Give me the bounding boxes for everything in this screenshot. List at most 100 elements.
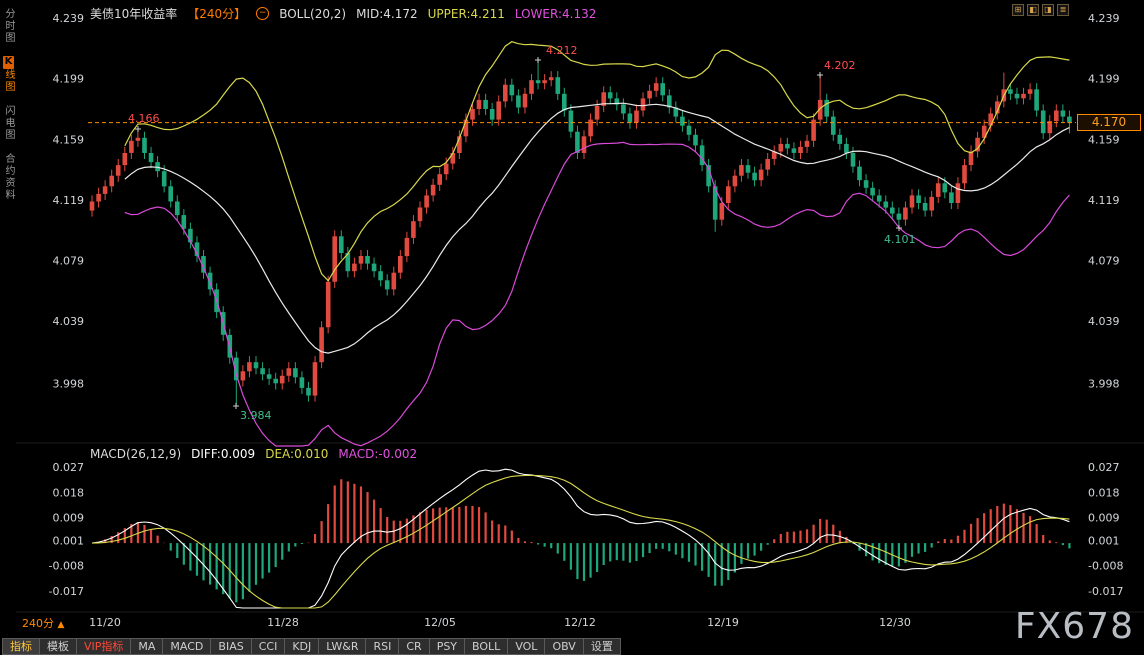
candle-body: [621, 104, 626, 113]
candle-body: [483, 100, 488, 109]
candle-body: [385, 280, 390, 289]
candle-body: [247, 362, 252, 371]
candle-body: [562, 94, 567, 111]
macd-label: MACD(26,12,9): [90, 447, 181, 461]
candle-body: [857, 167, 862, 181]
chart-canvas[interactable]: 4.2394.2394.1994.1994.1594.1594.1194.119…: [0, 0, 1144, 655]
macd-axis-label-left: -0.017: [49, 585, 84, 598]
candle-body: [949, 192, 954, 203]
toolbar-tab-3[interactable]: VIP指标: [77, 638, 131, 655]
candle-body: [424, 195, 429, 207]
indicator-menu-icon[interactable]: −: [256, 7, 269, 20]
candle-body: [779, 144, 784, 152]
candle-body: [838, 135, 843, 144]
toolbar-tab-15[interactable]: OBV: [545, 638, 583, 655]
candle-body: [516, 95, 521, 107]
toolbar-tab-14[interactable]: VOL: [508, 638, 545, 655]
list-view-icon[interactable]: ≣: [1057, 4, 1069, 16]
price-axis-label-right: 3.998: [1088, 377, 1120, 390]
footer-period[interactable]: 240分 ▲: [22, 615, 64, 631]
candle-body: [96, 194, 101, 202]
candle-body: [988, 114, 993, 126]
candle-body: [582, 136, 587, 153]
boll-lower-value: LOWER:4.132: [515, 7, 597, 21]
candle-body: [503, 85, 508, 102]
sidebar-item-2[interactable]: K线图: [1, 56, 15, 93]
price-axis-label-left: 4.199: [53, 73, 85, 86]
period-label[interactable]: 【240分】: [187, 5, 246, 22]
toolbar-tab-11[interactable]: CR: [399, 638, 429, 655]
candle-body: [969, 151, 974, 165]
candle-body: [792, 148, 797, 153]
candle-body: [162, 171, 167, 186]
toolbar-tab-9[interactable]: LW&R: [319, 638, 366, 655]
candle-body: [870, 188, 875, 196]
candle-body: [398, 256, 403, 273]
price-axis-label-left: 4.159: [53, 133, 85, 146]
candle-body: [280, 376, 285, 384]
candle-body: [903, 208, 908, 220]
toolbar-tab-7[interactable]: CCI: [252, 638, 286, 655]
toolbar-tab-5[interactable]: MACD: [163, 638, 211, 655]
candle-body: [798, 147, 803, 153]
toolbar-tab-10[interactable]: RSI: [366, 638, 399, 655]
candle-body: [660, 83, 665, 95]
candle-body: [1054, 111, 1059, 122]
toolbar-tab-4[interactable]: MA: [131, 638, 163, 655]
macd-header: MACD(26,12,9) DIFF:0.009 DEA:0.010 MACD:…: [90, 447, 417, 461]
sidebar-item-4[interactable]: 合约资料: [1, 153, 15, 201]
candle-body: [536, 80, 541, 83]
price-annotation: 3.984: [240, 409, 272, 422]
candle-body: [739, 165, 744, 176]
toolbar-tab-2[interactable]: 模板: [40, 638, 77, 655]
toolbar-tab-6[interactable]: BIAS: [211, 638, 251, 655]
candle-body: [693, 135, 698, 146]
candle-body: [1034, 89, 1039, 110]
candle-body: [496, 101, 501, 119]
left-panel-icon[interactable]: ◧: [1027, 4, 1039, 16]
candle-body: [647, 91, 652, 99]
boll-lower-line: [125, 142, 1070, 446]
candle-body: [556, 77, 561, 94]
macd-axis-label-right: 0.001: [1088, 534, 1120, 547]
candle-body: [470, 109, 475, 120]
macd-axis-label-right: 0.018: [1088, 486, 1120, 499]
candle-body: [477, 100, 482, 109]
sidebar-item-1[interactable]: 分时图: [1, 8, 15, 44]
candle-body: [877, 195, 882, 201]
macd-axis-label-right: 0.009: [1088, 512, 1120, 525]
macd-hist-value: MACD:-0.002: [338, 447, 417, 461]
candle-body: [405, 238, 410, 256]
x-axis-label: 12/19: [707, 616, 739, 629]
toolbar-tab-13[interactable]: BOLL: [465, 638, 508, 655]
candle-body: [851, 153, 856, 167]
candle-body: [149, 153, 154, 162]
toolbar-tab-8[interactable]: KDJ: [285, 638, 319, 655]
candle-body: [90, 202, 95, 211]
candle-body: [313, 362, 318, 395]
candle-body: [273, 379, 278, 384]
price-annotation: 4.101: [884, 233, 916, 246]
candle-body: [608, 92, 613, 98]
toolbar-tab-12[interactable]: PSY: [430, 638, 465, 655]
toolbar-tab-16[interactable]: 设置: [584, 638, 621, 655]
candle-body: [142, 138, 147, 153]
grid-layout-icon[interactable]: ⊞: [1012, 4, 1024, 16]
candle-body: [431, 185, 436, 196]
candle-body: [267, 374, 272, 379]
window-control-icons: ⊞◧◨≣: [1012, 4, 1069, 16]
toolbar-tab-1[interactable]: 指标: [2, 638, 40, 655]
candle-body: [168, 186, 173, 201]
period-up-arrow-icon: ▲: [58, 620, 65, 630]
price-axis-label-right: 4.039: [1088, 315, 1120, 328]
candle-body: [103, 186, 108, 194]
candle-body: [916, 195, 921, 203]
candle-body: [319, 327, 324, 362]
candle-body: [765, 159, 770, 170]
sidebar-item-3[interactable]: 闪电图: [1, 105, 15, 141]
candle-body: [1015, 94, 1020, 99]
right-panel-icon[interactable]: ◨: [1042, 4, 1054, 16]
macd-axis-label-right: -0.008: [1088, 560, 1123, 573]
candle-body: [569, 111, 574, 132]
candle-body: [844, 144, 849, 153]
